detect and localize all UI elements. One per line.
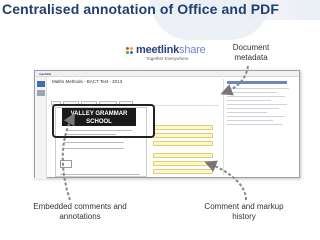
app-screenshot: meetlink Maths Methods - BACT Test - 201… — [34, 70, 300, 179]
comment-item[interactable] — [153, 125, 213, 130]
document-title: Maths Methods - BACT Test - 2013 — [52, 79, 123, 84]
metadata-row — [227, 116, 285, 117]
metadata-row — [227, 96, 285, 97]
metadata-row — [227, 104, 287, 105]
metadata-row — [227, 92, 277, 93]
metadata-row — [227, 100, 271, 101]
metadata-row — [227, 112, 267, 113]
app-sidebar — [35, 77, 47, 179]
logo-dots-icon — [126, 47, 134, 55]
metadata-row — [227, 88, 289, 89]
slide-title: Centralised annotation of Office and PDF — [2, 1, 280, 17]
doc-line — [64, 148, 124, 149]
comment-item[interactable] — [153, 153, 213, 158]
logo-tagline: Together Everywhere — [146, 56, 189, 61]
metadata-row — [227, 124, 283, 125]
comment-item[interactable] — [153, 133, 213, 138]
metadata-header — [227, 81, 287, 84]
callout-embedded-comments: Embedded comments and annotations — [33, 202, 127, 221]
app-logo: meetlink — [39, 72, 52, 76]
document-header: Maths Methods - BACT Test - 2013 — [49, 79, 219, 89]
doc-line — [64, 142, 124, 143]
comment-item[interactable] — [153, 161, 213, 166]
meetlinkshare-logo: meetlinkshare Together Everywhere — [126, 44, 206, 64]
sidebar-docs-icon[interactable] — [37, 90, 45, 96]
metadata-row — [227, 108, 279, 109]
comments-panel — [153, 125, 215, 175]
sidebar-home-icon[interactable] — [37, 81, 45, 87]
metadata-panel — [223, 79, 299, 175]
comment-item[interactable] — [153, 141, 213, 146]
doc-name-box — [60, 160, 72, 168]
doc-line — [60, 174, 140, 175]
callout-markup-history: Comment and markup history — [204, 202, 284, 221]
logo-wordmark: meetlinkshare — [136, 44, 206, 56]
annotation-highlight-frame — [52, 104, 155, 138]
metadata-row — [227, 120, 273, 121]
app-top-bar: meetlink — [35, 71, 299, 77]
comment-item[interactable] — [153, 169, 213, 174]
callout-document-metadata: Document metadata — [232, 43, 270, 62]
